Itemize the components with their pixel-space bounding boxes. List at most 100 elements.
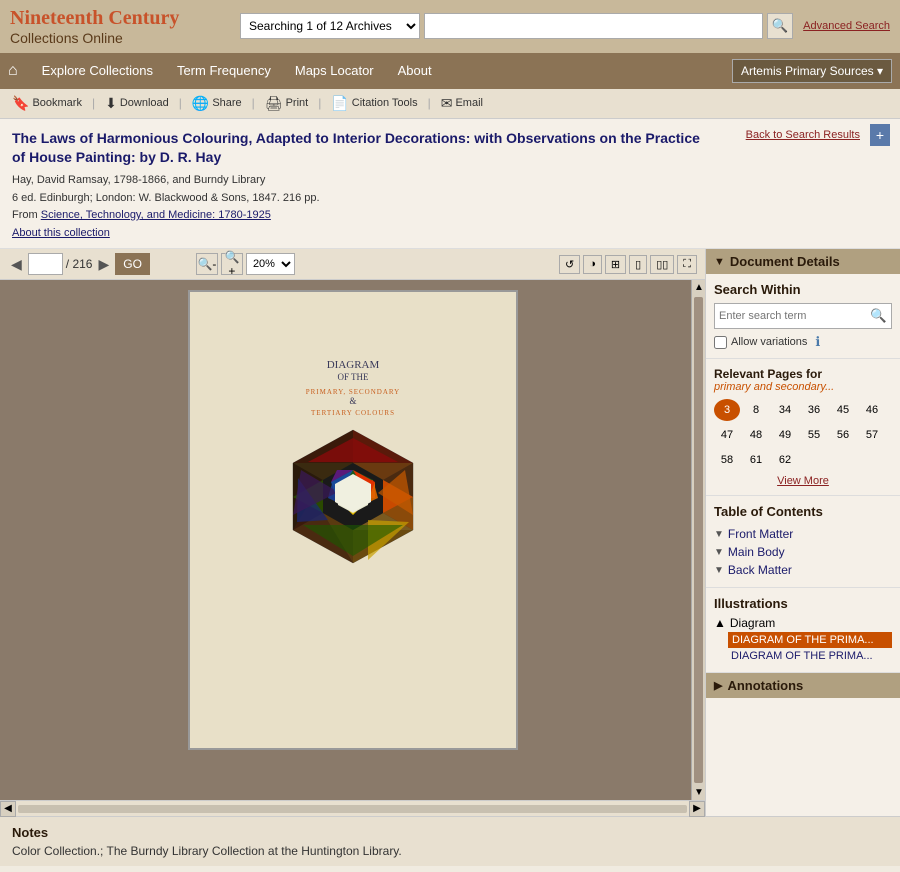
- page-num-61[interactable]: 61: [743, 449, 769, 471]
- page-num-57[interactable]: 57: [859, 424, 885, 446]
- page-num-34[interactable]: 34: [772, 399, 798, 421]
- print-icon: 🖨: [265, 95, 283, 112]
- zoom-controls: 🔍- 🔍+ 20%: [196, 253, 295, 275]
- search-within-button[interactable]: 🔍: [865, 306, 892, 326]
- doc-title-area: Back to Search Results + The Laws of Har…: [0, 119, 900, 250]
- page-num-8[interactable]: 8: [743, 399, 769, 421]
- illus-diagram-parent[interactable]: ▲ Diagram: [714, 616, 892, 630]
- collapse-doc-details-icon: ▼: [714, 256, 725, 268]
- toc-front-matter[interactable]: ▼ Front Matter: [714, 525, 892, 543]
- email-button[interactable]: ✉ Email: [437, 93, 487, 114]
- single-page-button[interactable]: ▯: [629, 255, 647, 274]
- page-num-46[interactable]: 46: [859, 399, 885, 421]
- citation-icon: 📄: [331, 95, 348, 112]
- info-icon[interactable]: ℹ: [815, 334, 820, 350]
- sep5: |: [428, 96, 431, 110]
- nav-term-frequency[interactable]: Term Frequency: [165, 55, 283, 86]
- share-button[interactable]: 🌐 Share: [188, 93, 246, 114]
- page-nav: ◀ 3 / 216 ▶ GO: [8, 253, 150, 275]
- expand-annotations-icon: ▶: [714, 679, 722, 692]
- add-bookmark-btn[interactable]: +: [870, 127, 890, 143]
- download-button[interactable]: ⬇ Download: [101, 93, 173, 114]
- doc-details-header[interactable]: ▼ Document Details: [706, 249, 900, 274]
- toc-front-matter-arrow: ▼: [714, 529, 724, 540]
- toc-back-matter-arrow: ▼: [714, 565, 724, 576]
- share-label: Share: [212, 97, 241, 109]
- fullscreen-button[interactable]: ⛶: [677, 255, 697, 274]
- advanced-search-link[interactable]: Advanced Search: [803, 20, 890, 32]
- add-icon[interactable]: +: [870, 124, 890, 146]
- svg-text:OF THE: OF THE: [337, 372, 369, 382]
- horizontal-scrollbar[interactable]: ◀ ▶: [0, 800, 705, 816]
- refresh-button[interactable]: ↺: [559, 255, 580, 274]
- page-number-input[interactable]: 3: [28, 253, 63, 275]
- scroll-thumb[interactable]: [694, 297, 703, 783]
- allow-variations-checkbox[interactable]: [714, 336, 727, 349]
- nav-explore-collections[interactable]: Explore Collections: [30, 55, 165, 86]
- page-num-55[interactable]: 55: [801, 424, 827, 446]
- logo-line2: Collections Online: [10, 30, 230, 47]
- view-more-link[interactable]: View More: [714, 475, 892, 487]
- artemis-button[interactable]: Artemis Primary Sources ▾: [732, 59, 892, 83]
- email-icon: ✉: [441, 95, 453, 112]
- scroll-left-button[interactable]: ◀: [0, 801, 16, 817]
- search-within-title: Search Within: [714, 282, 892, 297]
- scroll-up-button[interactable]: ▲: [692, 280, 705, 295]
- scroll-right-button[interactable]: ▶: [689, 801, 705, 817]
- nav-about[interactable]: About: [386, 55, 444, 86]
- from-label: From: [12, 209, 38, 221]
- color-diagram: DIAGRAM OF THE PRIMARY, SECONDARY & TERT…: [213, 350, 493, 690]
- bookmark-button[interactable]: 🔖 Bookmark: [8, 93, 86, 114]
- page-num-3[interactable]: 3: [714, 399, 740, 421]
- page-num-47[interactable]: 47: [714, 424, 740, 446]
- about-collection-link[interactable]: About this collection: [12, 227, 110, 239]
- page-num-62[interactable]: 62: [772, 449, 798, 471]
- annotations-header[interactable]: ▶ Annotations: [706, 673, 900, 698]
- toolbar: 🔖 Bookmark | ⬇ Download | 🌐 Share | 🖨 Pr…: [0, 89, 900, 119]
- contrast-button[interactable]: ◑: [583, 255, 602, 274]
- page-num-58[interactable]: 58: [714, 449, 740, 471]
- zoom-select[interactable]: 20%: [246, 253, 295, 275]
- meta-line2: 6 ed. Edinburgh; London: W. Blackwood & …: [12, 190, 888, 208]
- search-button-main[interactable]: 🔍: [767, 13, 793, 39]
- page-num-36[interactable]: 36: [801, 399, 827, 421]
- illus-child-1[interactable]: DIAGRAM OF THE PRIMA...: [728, 632, 892, 648]
- page-num-56[interactable]: 56: [830, 424, 856, 446]
- illus-child-2[interactable]: DIAGRAM OF THE PRIMA...: [728, 648, 892, 664]
- toc-back-matter[interactable]: ▼ Back Matter: [714, 561, 892, 579]
- vertical-scrollbar[interactable]: ▲ ▼: [691, 280, 705, 800]
- page-num-45[interactable]: 45: [830, 399, 856, 421]
- page-num-48[interactable]: 48: [743, 424, 769, 446]
- page-num-49[interactable]: 49: [772, 424, 798, 446]
- search-within-input[interactable]: [715, 304, 865, 328]
- go-button[interactable]: GO: [115, 253, 150, 275]
- nav-maps-locator[interactable]: Maps Locator: [283, 55, 386, 86]
- notes-section: Notes Color Collection.; The Burndy Libr…: [0, 816, 900, 866]
- search-input-main[interactable]: [424, 13, 763, 39]
- zoom-in-button[interactable]: 🔍+: [221, 253, 243, 275]
- grid-view-button[interactable]: ⊞: [605, 255, 626, 274]
- meta-line1: Hay, David Ramsay, 1798-1866, and Burndy…: [12, 172, 888, 190]
- viewer-content[interactable]: DIAGRAM OF THE PRIMARY, SECONDARY & TERT…: [0, 280, 705, 800]
- toc-main-body[interactable]: ▼ Main Body: [714, 543, 892, 561]
- citation-tools-button[interactable]: 📄 Citation Tools: [327, 93, 421, 114]
- back-to-results-link[interactable]: Back to Search Results: [746, 129, 860, 141]
- print-button[interactable]: 🖨 Print: [261, 93, 312, 114]
- sep1: |: [92, 96, 95, 110]
- annotations-label: Annotations: [727, 678, 803, 693]
- search-bar: Searching 1 of 12 Archives 🔍: [240, 13, 793, 39]
- zoom-out-button[interactable]: 🔍-: [196, 253, 218, 275]
- home-icon[interactable]: ⌂: [8, 62, 18, 80]
- scroll-track: [18, 805, 687, 813]
- prev-page-button[interactable]: ◀: [8, 255, 25, 274]
- view-buttons: ↺ ◑ ⊞ ▯ ▯▯ ⛶: [559, 255, 697, 274]
- bookmark-label: Bookmark: [32, 97, 82, 109]
- scroll-down-button[interactable]: ▼: [692, 785, 705, 800]
- double-page-button[interactable]: ▯▯: [650, 255, 674, 274]
- toc-main-body-arrow: ▼: [714, 547, 724, 558]
- from-link[interactable]: Science, Technology, and Medicine: 1780-…: [41, 209, 271, 221]
- next-page-button[interactable]: ▶: [95, 255, 112, 274]
- page-numbers-grid: 3 8 34 36 45 46 47 48 49 55 56 57 58 61 …: [714, 399, 892, 471]
- archive-select[interactable]: Searching 1 of 12 Archives: [240, 13, 420, 39]
- viewer-controls: ◀ 3 / 216 ▶ GO 🔍- 🔍+ 20% ↺ ◑ ⊞ ▯ ▯▯ ⛶: [0, 249, 705, 280]
